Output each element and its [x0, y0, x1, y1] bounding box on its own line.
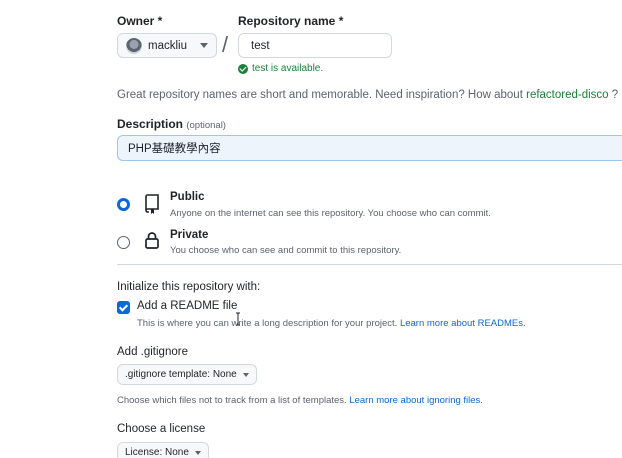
owner-avatar: [126, 37, 142, 54]
owner-name: mackliu: [148, 39, 187, 52]
initialize-heading: Initialize this repository with:: [117, 281, 261, 293]
public-title[interactable]: Public: [170, 191, 205, 203]
learn-ignoring-files-link[interactable]: Learn more about ignoring files.: [349, 395, 483, 406]
gitignore-template-dropdown[interactable]: .gitignore template: None: [117, 364, 257, 385]
license-dropdown-label: License: None: [125, 447, 189, 458]
description-input[interactable]: [117, 135, 622, 161]
gitignore-dropdown-label: .gitignore template: None: [125, 369, 237, 380]
availability-text: test is available.: [252, 63, 324, 74]
hint-suffix: ?: [608, 89, 619, 101]
private-description: You choose who can see and commit to thi…: [170, 245, 402, 256]
description-label-text: Description: [117, 117, 184, 131]
check-circle-icon: [238, 63, 248, 74]
gitignore-description: Choose which files not to track from a l…: [117, 395, 483, 406]
license-dropdown[interactable]: License: None: [117, 442, 209, 458]
chevron-down-icon: [242, 372, 249, 377]
suggested-name-link[interactable]: refactored-disco: [526, 89, 608, 101]
private-radio[interactable]: [117, 236, 130, 249]
description-label: Description (optional): [117, 117, 226, 131]
readme-description-text: This is where you can write a long descr…: [137, 318, 400, 329]
optional-tag: (optional): [186, 120, 226, 131]
chevron-down-icon: [194, 450, 201, 455]
gitignore-description-text: Choose which files not to track from a l…: [117, 395, 350, 406]
hint-text: Great repository names are short and mem…: [117, 89, 527, 101]
owner-label: Owner *: [117, 14, 163, 28]
name-hint: Great repository names are short and mem…: [117, 89, 618, 101]
section-divider: [117, 264, 622, 265]
repo-icon: [145, 194, 159, 214]
readme-checkbox[interactable]: [117, 301, 130, 314]
public-radio[interactable]: [117, 198, 130, 211]
chevron-down-icon: [200, 43, 208, 48]
readme-description: This is where you can write a long descr…: [137, 318, 526, 329]
repo-name-label: Repository name *: [238, 14, 344, 28]
private-title[interactable]: Private: [170, 229, 208, 241]
learn-readme-link[interactable]: Learn more about READMEs.: [400, 318, 526, 329]
owner-repo-separator: /: [222, 32, 229, 57]
lock-icon: [145, 232, 159, 249]
availability-message: test is available.: [238, 63, 323, 74]
public-description: Anyone on the internet can see this repo…: [170, 208, 491, 219]
gitignore-heading: Add .gitignore: [117, 346, 188, 358]
owner-dropdown[interactable]: mackliu: [117, 33, 217, 58]
license-heading: Choose a license: [117, 423, 206, 435]
repo-name-input[interactable]: [238, 33, 392, 58]
readme-label[interactable]: Add a README file: [137, 300, 237, 312]
